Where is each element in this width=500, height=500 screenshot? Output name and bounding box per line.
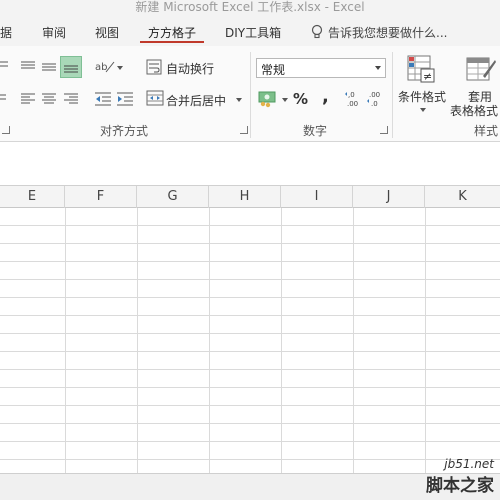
percent-style-button[interactable]: % — [293, 90, 308, 108]
orientation-dropdown[interactable] — [117, 66, 123, 70]
conditional-formatting-icon[interactable]: ≠ — [406, 54, 436, 86]
tab-data[interactable]: 据 — [0, 24, 12, 41]
conditional-formatting-dropdown[interactable] — [420, 108, 426, 112]
comma-style-button[interactable]: , — [322, 86, 329, 107]
conditional-formatting-label[interactable]: 条件格式 — [398, 88, 446, 105]
chevron-down-icon — [375, 66, 381, 70]
increase-decimal-icon[interactable]: ,0 .00 — [344, 90, 362, 108]
svg-text:≠: ≠ — [423, 70, 432, 83]
align-bottom-button[interactable] — [60, 56, 82, 78]
tab-review[interactable]: 审阅 — [42, 24, 66, 41]
increase-indent-icon[interactable] — [116, 91, 134, 107]
grid-line — [353, 208, 354, 473]
watermark-url: jb51.net — [444, 457, 494, 471]
grid-line — [0, 441, 500, 442]
title-bar: 新建 Microsoft Excel 工作表.xlsx - Excel 据 审阅… — [0, 0, 500, 46]
column-headers: E F G H I J K — [0, 186, 500, 208]
accounting-format-icon[interactable] — [258, 90, 278, 108]
number-group-label: 数字 — [303, 124, 328, 138]
orientation-icon[interactable]: ab — [94, 58, 116, 76]
grid-line — [0, 243, 500, 244]
grid-line — [425, 208, 426, 473]
sheet-tab-bar — [0, 473, 500, 500]
align-top-icon[interactable] — [20, 60, 36, 72]
decrease-decimal-icon[interactable]: .00 .0 — [366, 90, 384, 108]
grid-line — [281, 208, 282, 473]
decrease-indent-icon[interactable] — [94, 91, 112, 107]
svg-text:.00: .00 — [369, 91, 380, 99]
format-as-table-label-2[interactable]: 表格格式 — [450, 102, 498, 119]
group-separator — [392, 52, 393, 138]
active-tab-indicator — [140, 41, 204, 43]
align-bottom-icon — [64, 65, 78, 73]
grid-line — [0, 405, 500, 406]
watermark-name: 脚本之家 — [426, 476, 494, 496]
grid-line — [137, 208, 138, 473]
number-format-select[interactable]: 常规 — [256, 58, 386, 78]
wrap-text-icon[interactable] — [146, 59, 162, 75]
grid-line — [0, 225, 500, 226]
tell-me-search[interactable]: 告诉我您想要做什么... — [328, 24, 447, 41]
align-center-icon[interactable] — [41, 92, 57, 106]
grid-line — [0, 369, 500, 370]
align-partial-icon-2[interactable] — [0, 92, 8, 104]
alignment-group-label: 对齐方式 — [100, 124, 149, 138]
grid-line — [0, 297, 500, 298]
column-header-i[interactable]: I — [281, 186, 353, 208]
column-header-g[interactable]: G — [137, 186, 209, 208]
group-separator — [250, 52, 251, 138]
window-title: 新建 Microsoft Excel 工作表.xlsx - Excel — [135, 0, 365, 14]
grid-line — [0, 279, 500, 280]
grid-line — [0, 387, 500, 388]
merge-center-label[interactable]: 合并后居中 — [166, 92, 226, 109]
tab-diy-toolbox[interactable]: DIY工具箱 — [225, 24, 281, 41]
lightbulb-icon — [311, 24, 323, 39]
number-launcher-icon[interactable] — [380, 126, 388, 134]
number-format-value: 常规 — [261, 63, 286, 77]
grid-line — [0, 423, 500, 424]
align-right-icon[interactable] — [63, 92, 79, 106]
wrap-text-label[interactable]: 自动换行 — [166, 60, 214, 77]
cell-grid[interactable] — [0, 208, 500, 473]
tab-view[interactable]: 视图 — [95, 24, 119, 41]
grid-line — [209, 208, 210, 473]
align-left-icon[interactable] — [20, 92, 36, 106]
tab-fangfang-gezi[interactable]: 方方格子 — [148, 24, 196, 41]
grid-line — [0, 261, 500, 262]
grid-line — [65, 208, 66, 473]
column-header-k[interactable]: K — [425, 186, 500, 208]
styles-group-label: 样式 — [474, 124, 499, 138]
merge-center-icon[interactable] — [146, 90, 164, 106]
svg-text:.00: .00 — [347, 100, 358, 108]
column-header-j[interactable]: J — [353, 186, 425, 208]
merge-center-dropdown[interactable] — [236, 98, 242, 102]
accounting-format-dropdown[interactable] — [282, 98, 288, 102]
grid-line — [0, 315, 500, 316]
grid-line — [0, 459, 500, 460]
column-header-e[interactable]: E — [0, 186, 65, 208]
grid-line — [0, 333, 500, 334]
formula-bar-area[interactable] — [0, 142, 500, 186]
format-as-table-icon[interactable] — [465, 54, 497, 86]
svg-text:,0: ,0 — [348, 91, 355, 99]
grid-line — [0, 351, 500, 352]
align-middle-icon[interactable] — [41, 60, 57, 74]
column-header-f[interactable]: F — [65, 186, 137, 208]
svg-text:.0: .0 — [371, 100, 378, 108]
alignment-launcher-icon[interactable] — [240, 126, 248, 134]
column-header-h[interactable]: H — [209, 186, 281, 208]
svg-text:ab: ab — [95, 62, 107, 73]
align-partial-icon[interactable] — [0, 60, 10, 72]
clipboard-launcher-icon[interactable] — [2, 126, 10, 134]
ribbon: ab 自动换行 合并后居中 对齐方式 常规 % , ,0 .00 .00 .0 … — [0, 46, 500, 142]
site-watermark: jb51.net 脚本之家 — [426, 457, 494, 496]
